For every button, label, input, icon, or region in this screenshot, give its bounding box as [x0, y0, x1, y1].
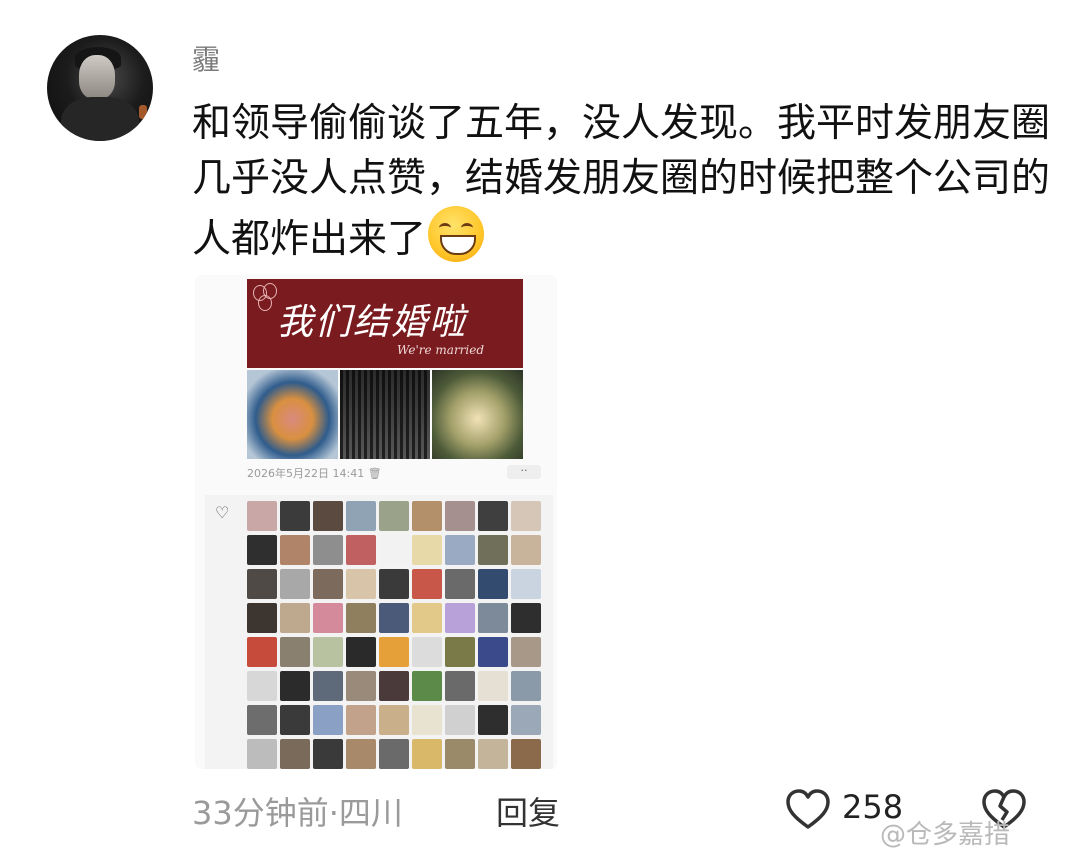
liker-avatar[interactable]: [478, 637, 508, 667]
liker-avatar[interactable]: [445, 637, 475, 667]
post-image[interactable]: 我们结婚啦 We're married 2026年5月22日 14:41 🗑 ·…: [195, 275, 557, 769]
liker-avatar[interactable]: [346, 705, 376, 735]
liker-avatar[interactable]: [346, 535, 376, 565]
liker-avatar[interactable]: [313, 671, 343, 701]
post-content: 和领导偷偷谈了五年，没人发现。我平时发朋友圈几乎没人点赞，结婚发朋友圈的时候把整…: [192, 96, 1052, 267]
liker-avatar[interactable]: [247, 637, 277, 667]
liker-avatar[interactable]: [379, 705, 409, 735]
liker-avatar[interactable]: [412, 535, 442, 565]
wedding-banner: 我们结婚啦 We're married: [247, 279, 523, 368]
post-text: 和领导偷偷谈了五年，没人发现。我平时发朋友圈几乎没人点赞，结婚发朋友圈的时候把整…: [192, 101, 1051, 262]
liker-avatar[interactable]: [313, 705, 343, 735]
liker-avatar[interactable]: [412, 501, 442, 531]
post-time-location: 33分钟前·四川: [192, 794, 403, 832]
liker-avatar[interactable]: [478, 739, 508, 769]
liker-avatar[interactable]: [247, 705, 277, 735]
grinning-face-emoji-icon: [428, 206, 485, 262]
liker-avatar[interactable]: [280, 603, 310, 633]
banner-title: 我们结婚啦: [277, 302, 468, 343]
liker-avatar-grid: [247, 501, 541, 769]
liker-avatar[interactable]: [379, 603, 409, 633]
liker-avatar[interactable]: [511, 535, 541, 565]
reply-button[interactable]: 回复: [496, 788, 560, 834]
cake-photo: [247, 370, 338, 459]
liker-avatar[interactable]: [313, 739, 343, 769]
liker-avatar[interactable]: [280, 569, 310, 599]
likes-panel: ♡: [205, 495, 553, 769]
liker-avatar[interactable]: [379, 637, 409, 667]
flower-wreath-photo: [432, 370, 523, 459]
liker-avatar[interactable]: [445, 705, 475, 735]
liker-avatar[interactable]: [247, 569, 277, 599]
liker-avatar[interactable]: [445, 603, 475, 633]
liker-avatar[interactable]: [412, 671, 442, 701]
liker-avatar[interactable]: [247, 535, 277, 565]
liker-avatar[interactable]: [412, 569, 442, 599]
moments-photo-grid: 我们结婚啦 We're married: [247, 279, 523, 459]
liker-avatar[interactable]: [346, 501, 376, 531]
liker-avatar[interactable]: [313, 535, 343, 565]
liker-avatar[interactable]: [511, 739, 541, 769]
liker-avatar[interactable]: [346, 637, 376, 667]
heart-outline-icon: ♡: [215, 503, 230, 522]
liker-avatar[interactable]: [247, 603, 277, 633]
trash-icon: 🗑: [367, 467, 382, 480]
liker-avatar[interactable]: [445, 569, 475, 599]
avatar-face: [79, 55, 115, 99]
liker-avatar[interactable]: [379, 501, 409, 531]
liker-avatar[interactable]: [280, 705, 310, 735]
liker-avatar[interactable]: [346, 569, 376, 599]
heart-outline-icon[interactable]: [784, 786, 832, 834]
liker-avatar[interactable]: [313, 637, 343, 667]
liker-avatar[interactable]: [379, 739, 409, 769]
liker-avatar[interactable]: [412, 603, 442, 633]
liker-avatar[interactable]: [313, 603, 343, 633]
liker-avatar[interactable]: [478, 535, 508, 565]
liker-avatar[interactable]: [346, 671, 376, 701]
liker-avatar[interactable]: [379, 569, 409, 599]
liker-avatar[interactable]: [412, 705, 442, 735]
liker-avatar[interactable]: [247, 671, 277, 701]
liker-avatar[interactable]: [511, 569, 541, 599]
liker-avatar[interactable]: [511, 637, 541, 667]
liker-avatar[interactable]: [478, 705, 508, 735]
liker-avatar[interactable]: [511, 671, 541, 701]
liker-avatar[interactable]: [313, 501, 343, 531]
liker-avatar[interactable]: [280, 637, 310, 667]
liker-avatar[interactable]: [247, 739, 277, 769]
more-options-button: ··: [507, 465, 541, 479]
liker-avatar[interactable]: [280, 739, 310, 769]
liker-avatar[interactable]: [511, 501, 541, 531]
liker-avatar[interactable]: [445, 501, 475, 531]
table-setting-photo: [339, 370, 431, 459]
avatar-light: [139, 105, 147, 119]
liker-avatar[interactable]: [511, 603, 541, 633]
liker-avatar[interactable]: [511, 705, 541, 735]
liker-avatar[interactable]: [412, 739, 442, 769]
liker-avatar[interactable]: [478, 671, 508, 701]
liker-avatar[interactable]: [478, 569, 508, 599]
liker-avatar[interactable]: [346, 603, 376, 633]
liker-avatar[interactable]: [280, 535, 310, 565]
liker-avatar[interactable]: [379, 535, 409, 565]
liker-avatar[interactable]: [445, 671, 475, 701]
liker-avatar[interactable]: [379, 671, 409, 701]
weibo-watermark: @仓多嘉措: [880, 820, 1011, 850]
liker-avatar[interactable]: [280, 501, 310, 531]
liker-avatar[interactable]: [478, 603, 508, 633]
author-avatar[interactable]: [47, 35, 153, 141]
banner-subtitle: We're married: [397, 343, 485, 357]
moment-timestamp: 2026年5月22日 14:41 🗑: [247, 467, 382, 480]
avatar-body: [61, 97, 139, 141]
liker-avatar[interactable]: [280, 671, 310, 701]
liker-avatar[interactable]: [445, 535, 475, 565]
liker-avatar[interactable]: [346, 739, 376, 769]
author-name[interactable]: 霾: [192, 38, 220, 78]
liker-avatar[interactable]: [445, 739, 475, 769]
liker-avatar[interactable]: [247, 501, 277, 531]
liker-avatar[interactable]: [478, 501, 508, 531]
liker-avatar[interactable]: [412, 637, 442, 667]
liker-avatar[interactable]: [313, 569, 343, 599]
